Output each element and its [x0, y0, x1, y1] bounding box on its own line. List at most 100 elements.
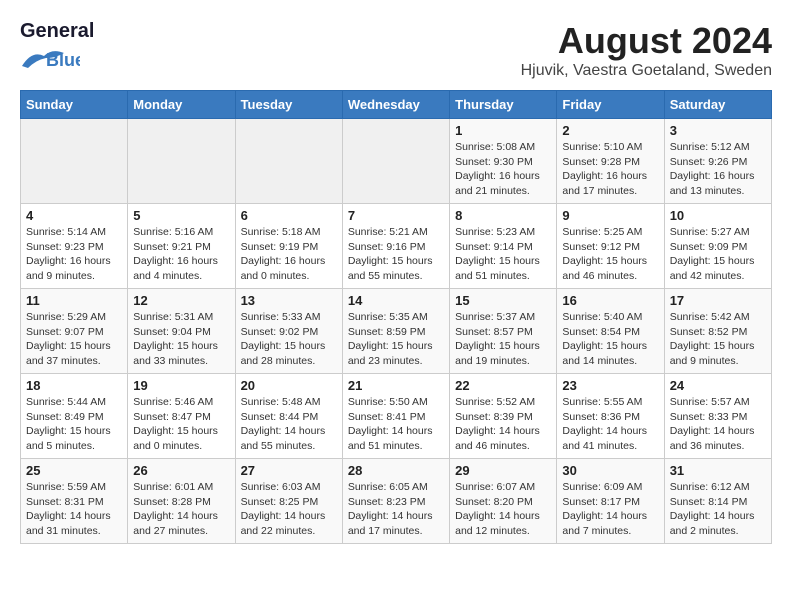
day-info: Sunrise: 5:57 AM Sunset: 8:33 PM Dayligh… — [670, 395, 766, 454]
weekday-header-tuesday: Tuesday — [235, 91, 342, 119]
location-subtitle: Hjuvik, Vaestra Goetaland, Sweden — [521, 62, 772, 80]
page-header: General Blue August 2024 Hjuvik, Vaestra… — [20, 20, 772, 80]
day-info: Sunrise: 6:09 AM Sunset: 8:17 PM Dayligh… — [562, 480, 658, 539]
day-number: 13 — [241, 293, 337, 308]
day-info: Sunrise: 5:12 AM Sunset: 9:26 PM Dayligh… — [670, 140, 766, 199]
day-number: 24 — [670, 378, 766, 393]
day-number: 20 — [241, 378, 337, 393]
calendar-cell: 28 Sunrise: 6:05 AM Sunset: 8:23 PM Dayli… — [342, 459, 449, 544]
day-info: Sunrise: 5:59 AM Sunset: 8:31 PM Dayligh… — [26, 480, 122, 539]
calendar-week-row: 1Sunrise: 5:08 AM Sunset: 9:30 PM Daylig… — [21, 119, 772, 204]
day-number: 19 — [133, 378, 229, 393]
day-number: 3 — [670, 123, 766, 138]
day-info: Sunrise: 5:21 AM Sunset: 9:16 PM Dayligh… — [348, 225, 444, 284]
day-info: Sunrise: 5:29 AM Sunset: 9:07 PM Dayligh… — [26, 310, 122, 369]
calendar-cell: 2Sunrise: 5:10 AM Sunset: 9:28 PM Daylig… — [557, 119, 664, 204]
calendar-cell — [21, 119, 128, 204]
day-number: 10 — [670, 208, 766, 223]
day-number: 5 — [133, 208, 229, 223]
day-number: 9 — [562, 208, 658, 223]
day-info: Sunrise: 5:27 AM Sunset: 9:09 PM Dayligh… — [670, 225, 766, 284]
calendar-cell: 4 Sunrise: 5:14 AM Sunset: 9:23 PM Daylig… — [21, 204, 128, 289]
calendar-cell: 15 Sunrise: 5:37 AM Sunset: 8:57 PM Dayli… — [450, 289, 557, 374]
day-info: Sunrise: 5:16 AM Sunset: 9:21 PM Dayligh… — [133, 225, 229, 284]
calendar-cell: 20 Sunrise: 5:48 AM Sunset: 8:44 PM Dayli… — [235, 374, 342, 459]
day-info: Sunrise: 5:55 AM Sunset: 8:36 PM Dayligh… — [562, 395, 658, 454]
day-number: 7 — [348, 208, 444, 223]
day-info: Sunrise: 6:07 AM Sunset: 8:20 PM Dayligh… — [455, 480, 551, 539]
calendar-table: SundayMondayTuesdayWednesdayThursdayFrid… — [20, 90, 772, 544]
calendar-cell: 25Sunrise: 5:59 AM Sunset: 8:31 PM Dayli… — [21, 459, 128, 544]
calendar-cell: 5 Sunrise: 5:16 AM Sunset: 9:21 PM Daylig… — [128, 204, 235, 289]
weekday-header-sunday: Sunday — [21, 91, 128, 119]
day-number: 23 — [562, 378, 658, 393]
calendar-cell — [235, 119, 342, 204]
calendar-cell: 7 Sunrise: 5:21 AM Sunset: 9:16 PM Daylig… — [342, 204, 449, 289]
day-info: Sunrise: 5:35 AM Sunset: 8:59 PM Dayligh… — [348, 310, 444, 369]
calendar-cell: 16Sunrise: 5:40 AM Sunset: 8:54 PM Dayli… — [557, 289, 664, 374]
calendar-cell: 14 Sunrise: 5:35 AM Sunset: 8:59 PM Dayli… — [342, 289, 449, 374]
calendar-cell: 24 Sunrise: 5:57 AM Sunset: 8:33 PM Dayli… — [664, 374, 771, 459]
day-number: 18 — [26, 378, 122, 393]
day-info: Sunrise: 5:50 AM Sunset: 8:41 PM Dayligh… — [348, 395, 444, 454]
day-info: Sunrise: 5:44 AM Sunset: 8:49 PM Dayligh… — [26, 395, 122, 454]
calendar-cell: 11 Sunrise: 5:29 AM Sunset: 9:07 PM Dayli… — [21, 289, 128, 374]
day-number: 28 — [348, 463, 444, 478]
day-number: 11 — [26, 293, 122, 308]
day-number: 30 — [562, 463, 658, 478]
day-number: 8 — [455, 208, 551, 223]
calendar-week-row: 4 Sunrise: 5:14 AM Sunset: 9:23 PM Daylig… — [21, 204, 772, 289]
day-number: 16 — [562, 293, 658, 308]
calendar-cell: 13Sunrise: 5:33 AM Sunset: 9:02 PM Dayli… — [235, 289, 342, 374]
day-number: 27 — [241, 463, 337, 478]
calendar-cell: 9 Sunrise: 5:25 AM Sunset: 9:12 PM Daylig… — [557, 204, 664, 289]
weekday-header-thursday: Thursday — [450, 91, 557, 119]
calendar-cell: 17Sunrise: 5:42 AM Sunset: 8:52 PM Dayli… — [664, 289, 771, 374]
calendar-cell: 26Sunrise: 6:01 AM Sunset: 8:28 PM Dayli… — [128, 459, 235, 544]
weekday-header-wednesday: Wednesday — [342, 91, 449, 119]
day-info: Sunrise: 6:05 AM Sunset: 8:23 PM Dayligh… — [348, 480, 444, 539]
day-info: Sunrise: 5:14 AM Sunset: 9:23 PM Dayligh… — [26, 225, 122, 284]
day-number: 31 — [670, 463, 766, 478]
day-info: Sunrise: 5:48 AM Sunset: 8:44 PM Dayligh… — [241, 395, 337, 454]
weekday-header-monday: Monday — [128, 91, 235, 119]
day-info: Sunrise: 6:12 AM Sunset: 8:14 PM Dayligh… — [670, 480, 766, 539]
weekday-header-row: SundayMondayTuesdayWednesdayThursdayFrid… — [21, 91, 772, 119]
month-year-title: August 2024 — [521, 20, 772, 62]
calendar-cell — [128, 119, 235, 204]
calendar-cell: 21 Sunrise: 5:50 AM Sunset: 8:41 PM Dayli… — [342, 374, 449, 459]
day-number: 4 — [26, 208, 122, 223]
weekday-header-friday: Friday — [557, 91, 664, 119]
calendar-week-row: 18 Sunrise: 5:44 AM Sunset: 8:49 PM Dayli… — [21, 374, 772, 459]
day-number: 15 — [455, 293, 551, 308]
day-info: Sunrise: 5:08 AM Sunset: 9:30 PM Dayligh… — [455, 140, 551, 199]
calendar-cell: 19 Sunrise: 5:46 AM Sunset: 8:47 PM Dayli… — [128, 374, 235, 459]
calendar-cell: 31 Sunrise: 6:12 AM Sunset: 8:14 PM Dayli… — [664, 459, 771, 544]
day-info: Sunrise: 5:42 AM Sunset: 8:52 PM Dayligh… — [670, 310, 766, 369]
day-info: Sunrise: 5:31 AM Sunset: 9:04 PM Dayligh… — [133, 310, 229, 369]
calendar-cell: 27 Sunrise: 6:03 AM Sunset: 8:25 PM Dayli… — [235, 459, 342, 544]
title-block: August 2024 Hjuvik, Vaestra Goetaland, S… — [521, 20, 772, 80]
day-number: 22 — [455, 378, 551, 393]
day-info: Sunrise: 5:52 AM Sunset: 8:39 PM Dayligh… — [455, 395, 551, 454]
day-number: 2 — [562, 123, 658, 138]
calendar-cell: 1Sunrise: 5:08 AM Sunset: 9:30 PM Daylig… — [450, 119, 557, 204]
day-number: 14 — [348, 293, 444, 308]
calendar-cell: 22 Sunrise: 5:52 AM Sunset: 8:39 PM Dayli… — [450, 374, 557, 459]
day-number: 6 — [241, 208, 337, 223]
day-info: Sunrise: 6:03 AM Sunset: 8:25 PM Dayligh… — [241, 480, 337, 539]
day-info: Sunrise: 6:01 AM Sunset: 8:28 PM Dayligh… — [133, 480, 229, 539]
svg-text:Blue: Blue — [46, 50, 80, 70]
day-info: Sunrise: 5:25 AM Sunset: 9:12 PM Dayligh… — [562, 225, 658, 284]
day-info: Sunrise: 5:37 AM Sunset: 8:57 PM Dayligh… — [455, 310, 551, 369]
calendar-cell: 3 Sunrise: 5:12 AM Sunset: 9:26 PM Daylig… — [664, 119, 771, 204]
day-info: Sunrise: 5:46 AM Sunset: 8:47 PM Dayligh… — [133, 395, 229, 454]
weekday-header-saturday: Saturday — [664, 91, 771, 119]
calendar-cell: 23 Sunrise: 5:55 AM Sunset: 8:36 PM Dayli… — [557, 374, 664, 459]
calendar-week-row: 11 Sunrise: 5:29 AM Sunset: 9:07 PM Dayli… — [21, 289, 772, 374]
logo-general: General — [20, 20, 94, 43]
calendar-cell: 8Sunrise: 5:23 AM Sunset: 9:14 PM Daylig… — [450, 204, 557, 289]
day-number: 21 — [348, 378, 444, 393]
calendar-week-row: 25Sunrise: 5:59 AM Sunset: 8:31 PM Dayli… — [21, 459, 772, 544]
logo: General Blue — [20, 20, 90, 72]
